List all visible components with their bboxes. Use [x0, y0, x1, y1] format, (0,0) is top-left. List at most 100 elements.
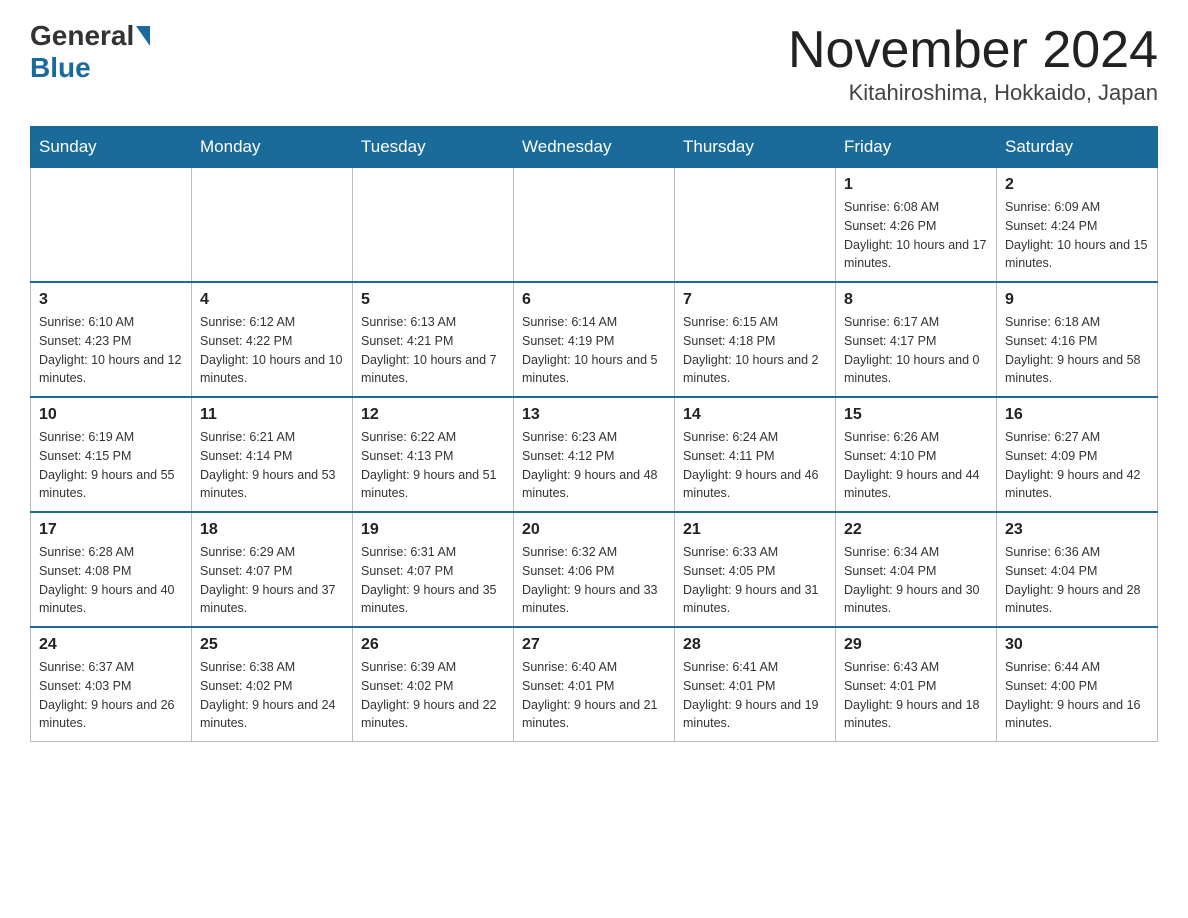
- logo-blue-text: Blue: [30, 52, 91, 84]
- day-number: 20: [522, 521, 666, 539]
- calendar-cell: 27 Sunrise: 6:40 AMSunset: 4:01 PMDayligh…: [514, 627, 675, 742]
- day-number: 19: [361, 521, 505, 539]
- weekday-header-thursday: Thursday: [675, 127, 836, 168]
- calendar-cell: 26Sunrise: 6:39 AMSunset: 4:02 PMDayligh…: [353, 627, 514, 742]
- calendar-cell: 25 Sunrise: 6:38 AMSunset: 4:02 PMDayligh…: [192, 627, 353, 742]
- calendar-cell: 3 Sunrise: 6:10 AMSunset: 4:23 PMDaylight…: [31, 282, 192, 397]
- logo: General Blue: [30, 20, 152, 84]
- day-info: Sunrise: 6:17 AMSunset: 4:17 PMDaylight:…: [844, 313, 988, 388]
- calendar-cell: 19 Sunrise: 6:31 AMSunset: 4:07 PMDayligh…: [353, 512, 514, 627]
- day-info: Sunrise: 6:38 AMSunset: 4:02 PMDaylight:…: [200, 658, 344, 733]
- calendar-cell: 8 Sunrise: 6:17 AMSunset: 4:17 PMDaylight…: [836, 282, 997, 397]
- calendar-cell: 24 Sunrise: 6:37 AMSunset: 4:03 PMDayligh…: [31, 627, 192, 742]
- day-info: Sunrise: 6:34 AMSunset: 4:04 PMDaylight:…: [844, 543, 988, 618]
- logo-arrow-icon: [136, 26, 150, 46]
- calendar-cell: 28 Sunrise: 6:41 AMSunset: 4:01 PMDayligh…: [675, 627, 836, 742]
- calendar-cell: 5Sunrise: 6:13 AMSunset: 4:21 PMDaylight…: [353, 282, 514, 397]
- day-number: 14: [683, 406, 827, 424]
- day-number: 8: [844, 291, 988, 309]
- page-header: General Blue November 2024 Kitahiroshima…: [30, 20, 1158, 106]
- day-info: Sunrise: 6:36 AMSunset: 4:04 PMDaylight:…: [1005, 543, 1149, 618]
- day-info: Sunrise: 6:18 AMSunset: 4:16 PMDaylight:…: [1005, 313, 1149, 388]
- day-info: Sunrise: 6:41 AMSunset: 4:01 PMDaylight:…: [683, 658, 827, 733]
- day-number: 21: [683, 521, 827, 539]
- day-info: Sunrise: 6:21 AMSunset: 4:14 PMDaylight:…: [200, 428, 344, 503]
- day-number: 23: [1005, 521, 1149, 539]
- calendar-cell: 21 Sunrise: 6:33 AMSunset: 4:05 PMDayligh…: [675, 512, 836, 627]
- day-number: 30: [1005, 636, 1149, 654]
- calendar-cell: 30 Sunrise: 6:44 AMSunset: 4:00 PMDayligh…: [997, 627, 1158, 742]
- calendar-week-row: 1 Sunrise: 6:08 AMSunset: 4:26 PMDaylight…: [31, 168, 1158, 283]
- day-info: Sunrise: 6:28 AMSunset: 4:08 PMDaylight:…: [39, 543, 183, 618]
- calendar-cell: 1 Sunrise: 6:08 AMSunset: 4:26 PMDaylight…: [836, 168, 997, 283]
- day-info: Sunrise: 6:09 AMSunset: 4:24 PMDaylight:…: [1005, 198, 1149, 273]
- calendar-cell: [31, 168, 192, 283]
- day-info: Sunrise: 6:13 AMSunset: 4:21 PMDaylight:…: [361, 313, 505, 388]
- day-number: 22: [844, 521, 988, 539]
- day-info: Sunrise: 6:10 AMSunset: 4:23 PMDaylight:…: [39, 313, 183, 388]
- day-number: 16: [1005, 406, 1149, 424]
- day-number: 11: [200, 406, 344, 424]
- day-number: 27: [522, 636, 666, 654]
- calendar-cell: 13 Sunrise: 6:23 AMSunset: 4:12 PMDayligh…: [514, 397, 675, 512]
- calendar-cell: [675, 168, 836, 283]
- day-number: 1: [844, 176, 988, 194]
- day-info: Sunrise: 6:24 AMSunset: 4:11 PMDaylight:…: [683, 428, 827, 503]
- weekday-header-friday: Friday: [836, 127, 997, 168]
- day-number: 25: [200, 636, 344, 654]
- day-number: 7: [683, 291, 827, 309]
- day-number: 3: [39, 291, 183, 309]
- calendar-cell: 20 Sunrise: 6:32 AMSunset: 4:06 PMDayligh…: [514, 512, 675, 627]
- day-info: Sunrise: 6:44 AMSunset: 4:00 PMDaylight:…: [1005, 658, 1149, 733]
- day-info: Sunrise: 6:22 AMSunset: 4:13 PMDaylight:…: [361, 428, 505, 503]
- calendar-cell: [353, 168, 514, 283]
- calendar-cell: 17 Sunrise: 6:28 AMSunset: 4:08 PMDayligh…: [31, 512, 192, 627]
- calendar-cell: 12 Sunrise: 6:22 AMSunset: 4:13 PMDayligh…: [353, 397, 514, 512]
- calendar-cell: 2Sunrise: 6:09 AMSunset: 4:24 PMDaylight…: [997, 168, 1158, 283]
- calendar-week-row: 10 Sunrise: 6:19 AMSunset: 4:15 PMDayligh…: [31, 397, 1158, 512]
- calendar-cell: 15Sunrise: 6:26 AMSunset: 4:10 PMDayligh…: [836, 397, 997, 512]
- logo-general-text: General: [30, 20, 134, 52]
- calendar-cell: 11 Sunrise: 6:21 AMSunset: 4:14 PMDayligh…: [192, 397, 353, 512]
- day-number: 29: [844, 636, 988, 654]
- day-number: 24: [39, 636, 183, 654]
- calendar-cell: 22 Sunrise: 6:34 AMSunset: 4:04 PMDayligh…: [836, 512, 997, 627]
- calendar-cell: 10 Sunrise: 6:19 AMSunset: 4:15 PMDayligh…: [31, 397, 192, 512]
- day-number: 18: [200, 521, 344, 539]
- month-title: November 2024: [788, 20, 1158, 80]
- day-number: 10: [39, 406, 183, 424]
- day-info: Sunrise: 6:23 AMSunset: 4:12 PMDaylight:…: [522, 428, 666, 503]
- day-number: 6: [522, 291, 666, 309]
- day-info: Sunrise: 6:40 AMSunset: 4:01 PMDaylight:…: [522, 658, 666, 733]
- day-info: Sunrise: 6:43 AMSunset: 4:01 PMDaylight:…: [844, 658, 988, 733]
- day-info: Sunrise: 6:31 AMSunset: 4:07 PMDaylight:…: [361, 543, 505, 618]
- day-info: Sunrise: 6:37 AMSunset: 4:03 PMDaylight:…: [39, 658, 183, 733]
- day-number: 15: [844, 406, 988, 424]
- day-info: Sunrise: 6:33 AMSunset: 4:05 PMDaylight:…: [683, 543, 827, 618]
- day-info: Sunrise: 6:14 AMSunset: 4:19 PMDaylight:…: [522, 313, 666, 388]
- calendar-cell: 14 Sunrise: 6:24 AMSunset: 4:11 PMDayligh…: [675, 397, 836, 512]
- day-number: 12: [361, 406, 505, 424]
- calendar-cell: 4Sunrise: 6:12 AMSunset: 4:22 PMDaylight…: [192, 282, 353, 397]
- calendar-table: SundayMondayTuesdayWednesdayThursdayFrid…: [30, 126, 1158, 742]
- day-info: Sunrise: 6:19 AMSunset: 4:15 PMDaylight:…: [39, 428, 183, 503]
- weekday-header-monday: Monday: [192, 127, 353, 168]
- day-info: Sunrise: 6:15 AMSunset: 4:18 PMDaylight:…: [683, 313, 827, 388]
- calendar-cell: 18 Sunrise: 6:29 AMSunset: 4:07 PMDayligh…: [192, 512, 353, 627]
- calendar-cell: 23 Sunrise: 6:36 AMSunset: 4:04 PMDayligh…: [997, 512, 1158, 627]
- day-number: 17: [39, 521, 183, 539]
- day-number: 26: [361, 636, 505, 654]
- day-info: Sunrise: 6:08 AMSunset: 4:26 PMDaylight:…: [844, 198, 988, 273]
- calendar-cell: 29 Sunrise: 6:43 AMSunset: 4:01 PMDayligh…: [836, 627, 997, 742]
- calendar-cell: 16Sunrise: 6:27 AMSunset: 4:09 PMDayligh…: [997, 397, 1158, 512]
- day-number: 13: [522, 406, 666, 424]
- calendar-header-row: SundayMondayTuesdayWednesdayThursdayFrid…: [31, 127, 1158, 168]
- calendar-week-row: 17 Sunrise: 6:28 AMSunset: 4:08 PMDayligh…: [31, 512, 1158, 627]
- calendar-cell: [192, 168, 353, 283]
- weekday-header-saturday: Saturday: [997, 127, 1158, 168]
- day-info: Sunrise: 6:32 AMSunset: 4:06 PMDaylight:…: [522, 543, 666, 618]
- day-info: Sunrise: 6:12 AMSunset: 4:22 PMDaylight:…: [200, 313, 344, 388]
- day-number: 28: [683, 636, 827, 654]
- day-info: Sunrise: 6:29 AMSunset: 4:07 PMDaylight:…: [200, 543, 344, 618]
- calendar-cell: 7 Sunrise: 6:15 AMSunset: 4:18 PMDaylight…: [675, 282, 836, 397]
